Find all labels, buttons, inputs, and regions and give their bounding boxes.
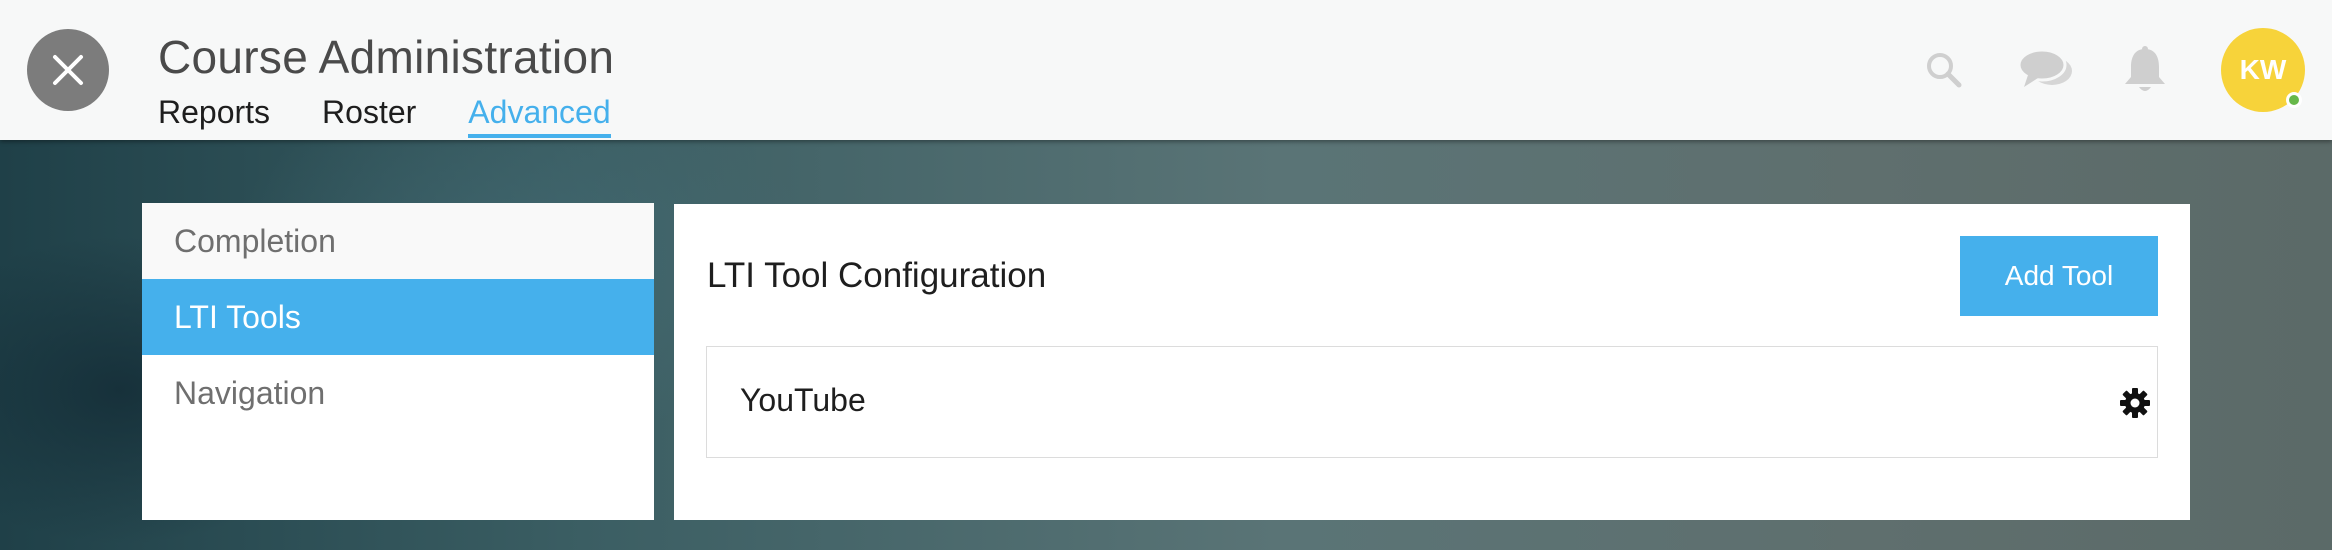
close-icon [53,55,83,85]
tab-roster[interactable]: Roster [322,92,416,138]
top-bar: Course Administration Reports Roster Adv… [0,0,2332,140]
chat-icon [2018,48,2072,87]
sidebar-item-completion[interactable]: Completion [142,203,654,279]
bell-icon [2125,46,2165,91]
section-title: LTI Tool Configuration [707,256,1047,295]
search-button[interactable] [1914,40,1974,100]
admin-tabs: Reports Roster Advanced [158,92,663,140]
tool-row: YouTube [706,346,2158,458]
lti-config-panel: LTI Tool Configuration Add Tool YouTube [674,204,2190,520]
gear-icon[interactable] [2119,387,2151,419]
close-button[interactable] [27,29,109,111]
add-tool-button[interactable]: Add Tool [1960,236,2158,316]
search-icon [1927,53,1962,88]
messages-button[interactable] [2017,40,2077,100]
notifications-button[interactable] [2115,40,2175,100]
tool-name: YouTube [740,382,866,418]
sidebar-item-navigation[interactable]: Navigation [142,355,654,431]
sidebar-item-lti-tools[interactable]: LTI Tools [142,279,654,355]
tab-reports[interactable]: Reports [158,92,270,138]
online-status-dot [2286,92,2302,108]
tab-advanced[interactable]: Advanced [468,92,611,138]
page-title: Course Administration [158,31,615,83]
settings-sidebar: Completion LTI Tools Navigation [142,203,654,520]
